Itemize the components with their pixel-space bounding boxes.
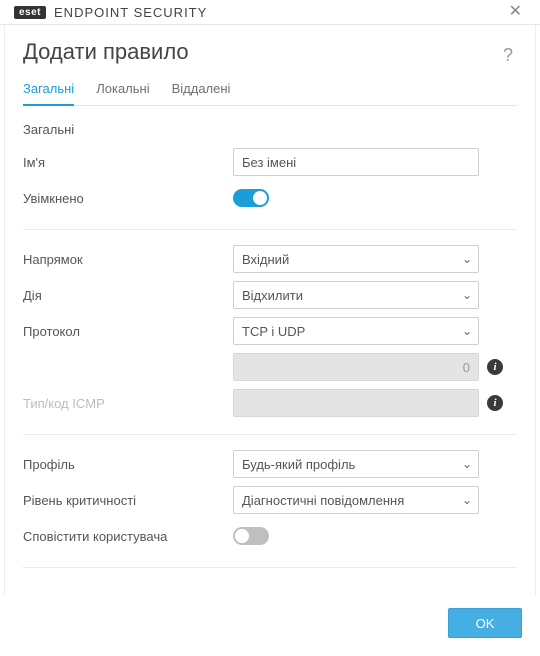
brand-text: ENDPOINT SECURITY [54, 5, 207, 20]
name-input[interactable] [233, 148, 479, 176]
direction-label: Напрямок [23, 252, 233, 267]
notify-toggle[interactable] [233, 527, 269, 545]
enabled-label: Увімкнено [23, 191, 233, 206]
dialog-body: Додати правило ? Загальні Локальні Відда… [4, 25, 536, 596]
action-value: Відхилити [242, 288, 303, 303]
severity-select[interactable]: Діагностичні повідомлення ⌄ [233, 486, 479, 514]
divider [23, 567, 517, 568]
profile-value: Будь-який профіль [242, 457, 355, 472]
info-icon[interactable]: i [487, 359, 503, 375]
profile-label: Профіль [23, 457, 233, 472]
protocol-label: Протокол [23, 324, 233, 339]
tab-general[interactable]: Загальні [23, 75, 74, 106]
action-label: Дія [23, 288, 233, 303]
divider [23, 434, 517, 435]
action-select[interactable]: Відхилити ⌄ [233, 281, 479, 309]
name-label: Ім'я [23, 155, 233, 170]
tab-remote[interactable]: Віддалені [172, 75, 231, 105]
protocol-value: TCP і UDP [242, 324, 305, 339]
tabs: Загальні Локальні Віддалені [23, 75, 517, 106]
chevron-down-icon: ⌄ [462, 457, 472, 471]
ok-button[interactable]: OK [448, 608, 522, 638]
enabled-toggle[interactable] [233, 189, 269, 207]
severity-label: Рівень критичності [23, 493, 233, 508]
chevron-down-icon: ⌄ [462, 288, 472, 302]
help-icon[interactable]: ? [499, 41, 517, 70]
protocol-select[interactable]: TCP і UDP ⌄ [233, 317, 479, 345]
info-icon[interactable]: i [487, 395, 503, 411]
tab-local[interactable]: Локальні [96, 75, 149, 105]
icmp-label: Тип/код ICMP [23, 396, 233, 411]
footer: OK [0, 596, 540, 656]
icmp-input [233, 389, 479, 417]
chevron-down-icon: ⌄ [462, 252, 472, 266]
window: eset ENDPOINT SECURITY ✕ Додати правило … [0, 0, 540, 590]
direction-value: Вхідний [242, 252, 289, 267]
divider [23, 229, 517, 230]
brand: eset ENDPOINT SECURITY [14, 5, 207, 20]
page-title: Додати правило [23, 39, 189, 65]
close-icon[interactable]: ✕ [505, 0, 526, 24]
direction-select[interactable]: Вхідний ⌄ [233, 245, 479, 273]
brand-badge: eset [14, 6, 46, 19]
severity-value: Діагностичні повідомлення [242, 493, 404, 508]
section-title-general: Загальні [23, 122, 517, 137]
port-input [233, 353, 479, 381]
notify-label: Сповістити користувача [23, 529, 233, 544]
chevron-down-icon: ⌄ [462, 324, 472, 338]
titlebar: eset ENDPOINT SECURITY ✕ [0, 0, 540, 25]
chevron-down-icon: ⌄ [462, 493, 472, 507]
profile-select[interactable]: Будь-який профіль ⌄ [233, 450, 479, 478]
